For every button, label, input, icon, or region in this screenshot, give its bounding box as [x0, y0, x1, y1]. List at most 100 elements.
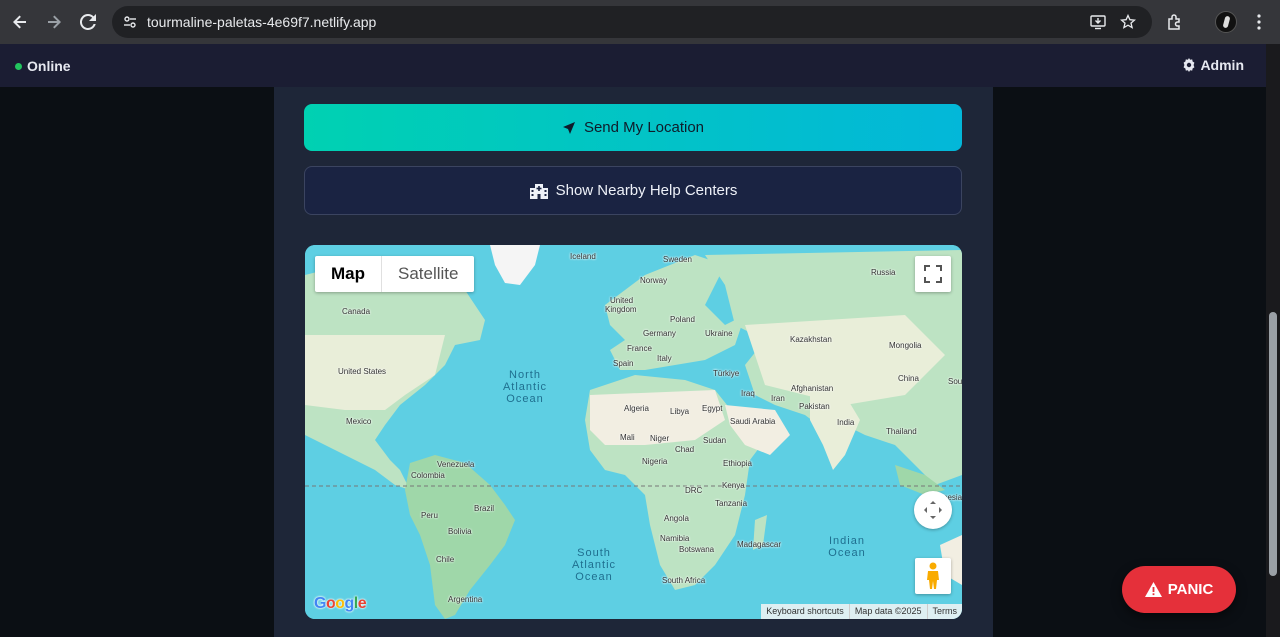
label-bolivia: Bolivia: [448, 527, 472, 536]
panic-label: PANIC: [1167, 581, 1214, 598]
star-icon[interactable]: [1118, 12, 1138, 32]
url-text[interactable]: tourmaline-paletas-4e69f7.netlify.app: [147, 14, 376, 30]
profile-avatar[interactable]: [1215, 11, 1237, 33]
label-pakistan: Pakistan: [799, 402, 830, 411]
send-location-label: Send My Location: [583, 119, 705, 136]
reload-icon[interactable]: [74, 8, 102, 36]
label-france: France: [627, 344, 652, 353]
help-centers-label: Show Nearby Help Centers: [555, 182, 738, 199]
admin-link[interactable]: Admin: [1182, 57, 1244, 73]
label-nigeria: Nigeria: [642, 457, 668, 466]
label-spain: Spain: [613, 359, 634, 368]
label-madagascar: Madagascar: [737, 540, 782, 549]
label-sudan: Sudan: [703, 436, 727, 445]
scroll-thumb[interactable]: [1269, 312, 1277, 576]
panic-button[interactable]: PANIC: [1122, 566, 1236, 613]
label-norway: Norway: [640, 276, 668, 285]
label-north-atlantic: North Atlantic Ocean: [502, 369, 548, 405]
label-brazil: Brazil: [474, 504, 495, 513]
label-italy: Italy: [657, 354, 672, 363]
label-tanzania: Tanzania: [715, 499, 748, 508]
label-chile: Chile: [436, 555, 455, 564]
back-icon[interactable]: [6, 8, 34, 36]
label-drc: DRC: [685, 486, 703, 495]
label-mali: Mali: [620, 433, 635, 442]
label-colombia: Colombia: [411, 471, 445, 480]
label-sweden: Sweden: [663, 255, 692, 264]
label-botswana: Botswana: [679, 545, 715, 554]
status-dot-icon: [15, 62, 22, 70]
map-data-text: Map data ©2025: [848, 604, 927, 619]
label-ethiopia: Ethiopia: [723, 459, 752, 468]
help-centers-button[interactable]: Show Nearby Help Centers: [304, 166, 962, 215]
keyboard-shortcuts-link[interactable]: Keyboard shortcuts: [761, 604, 849, 619]
label-saudi-arabia: Saudi Arabia: [730, 417, 776, 426]
fullscreen-button[interactable]: [915, 256, 951, 292]
label-niger: Niger: [650, 434, 670, 443]
map-type-control: Map Satellite: [315, 256, 475, 292]
map-attribution: Keyboard shortcuts Map data ©2025 Terms: [761, 604, 962, 619]
label-namibia: Namibia: [660, 534, 690, 543]
label-afghanistan: Afghanistan: [791, 384, 834, 393]
label-russia: Russia: [871, 268, 896, 277]
label-south-africa: South Africa: [662, 576, 706, 585]
map-type-satellite-button[interactable]: Satellite: [382, 256, 474, 292]
label-poland: Poland: [670, 315, 695, 324]
label-ukraine: Ukraine: [705, 329, 733, 338]
label-turkiye: Türkiye: [713, 369, 740, 378]
label-sou: Sou: [948, 377, 962, 386]
menu-icon[interactable]: [1245, 8, 1273, 36]
app-header: Online Admin: [0, 44, 1266, 87]
label-angola: Angola: [664, 514, 689, 523]
label-chad: Chad: [675, 445, 695, 454]
label-peru: Peru: [421, 511, 438, 520]
world-map-tiles: [305, 245, 962, 619]
street-view-pegman-button[interactable]: [915, 558, 951, 594]
address-bar[interactable]: tourmaline-paletas-4e69f7.netlify.app: [112, 6, 1152, 38]
extensions-icon[interactable]: [1161, 8, 1189, 36]
label-thailand: Thailand: [886, 427, 917, 436]
label-germany: Germany: [643, 329, 676, 338]
label-us: United States: [338, 367, 387, 376]
label-indian-ocean: Indian Ocean: [828, 535, 866, 559]
label-uk-1: United: [610, 296, 634, 305]
fullscreen-icon: [924, 265, 942, 283]
label-iraq: Iraq: [741, 389, 755, 398]
label-south-atlantic: South Atlantic Ocean: [571, 547, 617, 583]
label-canada: Canada: [342, 307, 371, 316]
admin-label: Admin: [1200, 57, 1244, 73]
status-label: Online: [27, 58, 71, 74]
send-location-button[interactable]: Send My Location: [304, 104, 962, 151]
label-iran: Iran: [771, 394, 785, 403]
page-scrollbar[interactable]: [1266, 44, 1280, 637]
gear-icon: [1184, 58, 1195, 72]
label-egypt: Egypt: [702, 404, 723, 413]
world-map[interactable]: Iceland Sweden Norway Russia Canada Unit…: [305, 245, 962, 619]
label-kenya: Kenya: [722, 481, 745, 490]
label-mexico: Mexico: [346, 417, 372, 426]
connection-status: Online: [15, 58, 71, 74]
label-libya: Libya: [670, 407, 690, 416]
label-argentina: Argentina: [448, 595, 483, 604]
label-mongolia: Mongolia: [889, 341, 922, 350]
label-india: India: [837, 418, 855, 427]
browser-toolbar: tourmaline-paletas-4e69f7.netlify.app: [0, 0, 1280, 44]
camera-control-button[interactable]: [914, 491, 952, 529]
label-kazakhstan: Kazakhstan: [790, 335, 832, 344]
label-iceland: Iceland: [570, 252, 596, 261]
label-venezuela: Venezuela: [437, 460, 475, 469]
label-china: China: [898, 374, 919, 383]
location-arrow-icon: [562, 121, 575, 134]
forward-icon[interactable]: [40, 8, 68, 36]
install-icon[interactable]: [1088, 12, 1108, 32]
map-type-map-button[interactable]: Map: [315, 256, 382, 292]
label-algeria: Algeria: [624, 404, 649, 413]
hospital-icon: [529, 183, 548, 199]
label-uk-2: Kingdom: [605, 305, 637, 314]
warning-icon: [1144, 582, 1162, 597]
camera-control-icon: [924, 501, 942, 519]
google-logo: Google: [314, 595, 367, 612]
terms-link[interactable]: Terms: [926, 604, 963, 619]
site-info-icon[interactable]: [120, 12, 140, 32]
pegman-icon: [927, 562, 939, 589]
